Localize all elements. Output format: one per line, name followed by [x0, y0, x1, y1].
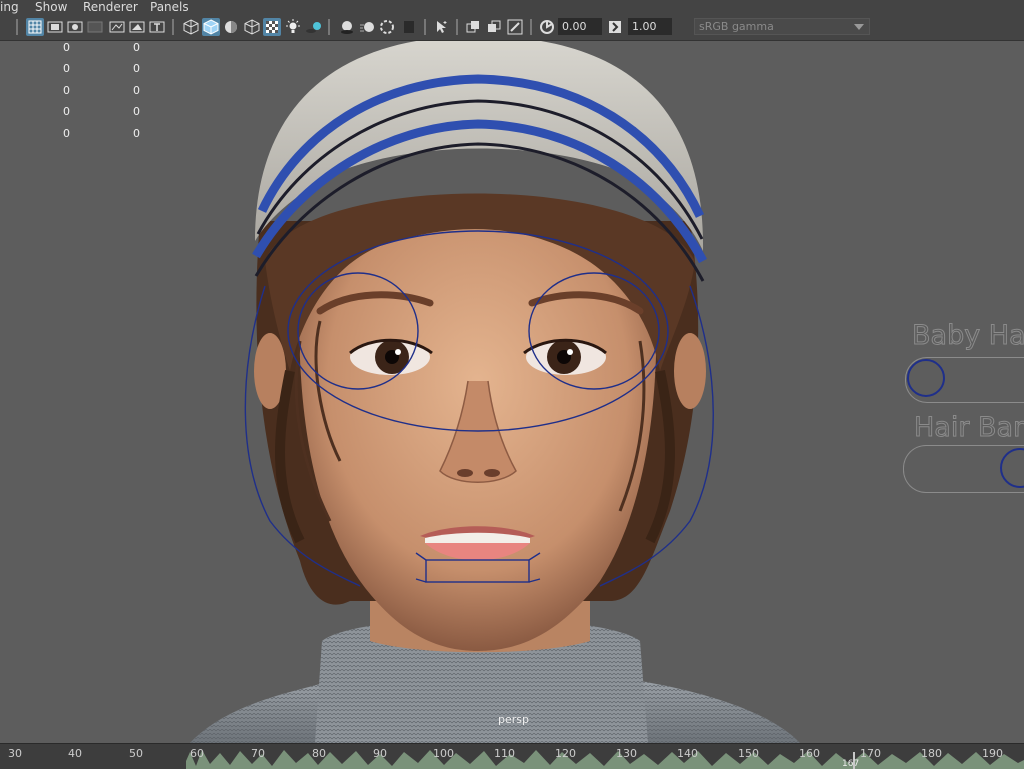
hair-band-handle[interactable] [1000, 448, 1024, 488]
frame-tick: 90 [373, 747, 387, 760]
frame-tick: 150 [738, 747, 759, 760]
hair-band-label: Hair Band [913, 412, 1024, 444]
baby-hair-label: Baby Hair [911, 320, 1024, 352]
frame-tick: 130 [616, 747, 637, 760]
depth-of-field-icon[interactable] [400, 18, 418, 36]
color-space-dropdown[interactable]: sRGB gamma [694, 18, 870, 35]
frame-tick: 70 [251, 747, 265, 760]
smooth-shade-icon[interactable] [202, 18, 220, 36]
frame-tick: 80 [312, 747, 326, 760]
frame-tick: 110 [494, 747, 515, 760]
default-material-icon[interactable] [222, 18, 240, 36]
safe-title-icon[interactable] [148, 18, 166, 36]
viewport-persp[interactable]: 0 0 0 0 0 0 0 0 0 0 Baby Ha Hair Ban per… [0, 41, 1024, 743]
screen-space-ao-icon[interactable] [338, 18, 356, 36]
shadows-icon[interactable] [305, 18, 323, 36]
toolbar-separator [530, 19, 532, 35]
resolution-gate-icon[interactable] [66, 18, 84, 36]
xray-icon[interactable] [464, 18, 482, 36]
bounding-box-icon[interactable] [243, 18, 261, 36]
panel-menu-bar: ing Show Renderer Panels [0, 0, 1024, 15]
frame-tick: 160 [799, 747, 820, 760]
frame-tick: 120 [555, 747, 576, 760]
gamma-icon[interactable] [606, 18, 624, 36]
menu-lighting[interactable]: ing [0, 0, 19, 14]
menu-panels[interactable]: Panels [150, 0, 189, 14]
frame-tick: 190 [982, 747, 1003, 760]
toolbar-separator [16, 19, 18, 35]
toolbar-separator [456, 19, 458, 35]
color-space-value: sRGB gamma [699, 20, 774, 33]
frame-tick: 60 [190, 747, 204, 760]
xray-active-icon[interactable] [485, 18, 503, 36]
frame-tick: 180 [921, 747, 942, 760]
panel-toolbar: 0.00 1.00 sRGB gamma [0, 15, 1024, 41]
menu-show[interactable]: Show [35, 0, 67, 14]
toolbar-separator [424, 19, 426, 35]
camera-name-label: persp [498, 713, 529, 726]
toolbar-separator [328, 19, 330, 35]
hair-band-slider[interactable] [903, 445, 1024, 493]
motion-blur-icon[interactable] [358, 18, 376, 36]
baby-hair-handle[interactable] [907, 359, 945, 397]
frame-tick: 140 [677, 747, 698, 760]
frame-tick: 170 [860, 747, 881, 760]
grid-icon[interactable] [26, 18, 44, 36]
use-all-lights-icon[interactable] [284, 18, 302, 36]
baby-hair-slider[interactable] [905, 357, 1024, 403]
chevron-down-icon [854, 24, 864, 30]
isolate-select-icon[interactable] [432, 18, 450, 36]
safe-action-icon[interactable] [128, 18, 146, 36]
xray-joints-icon[interactable] [506, 18, 524, 36]
gate-mask-icon[interactable] [86, 18, 104, 36]
gamma-field[interactable]: 1.00 [628, 18, 672, 35]
frame-tick: 50 [129, 747, 143, 760]
frame-tick: 40 [68, 747, 82, 760]
antialias-icon[interactable] [378, 18, 396, 36]
film-gate-icon[interactable] [46, 18, 64, 36]
textured-icon[interactable] [263, 18, 281, 36]
toolbar-separator [172, 19, 174, 35]
time-slider[interactable]: 30 40 50 60 70 80 90 100 110 120 130 140… [0, 743, 1024, 769]
menu-renderer[interactable]: Renderer [83, 0, 138, 14]
frame-tick: 30 [8, 747, 22, 760]
frame-tick: 100 [433, 747, 454, 760]
exposure-icon[interactable] [538, 18, 556, 36]
field-chart-icon[interactable] [108, 18, 126, 36]
character-head-render[interactable] [0, 41, 1024, 743]
wireframe-icon[interactable] [182, 18, 200, 36]
exposure-field[interactable]: 0.00 [558, 18, 602, 35]
